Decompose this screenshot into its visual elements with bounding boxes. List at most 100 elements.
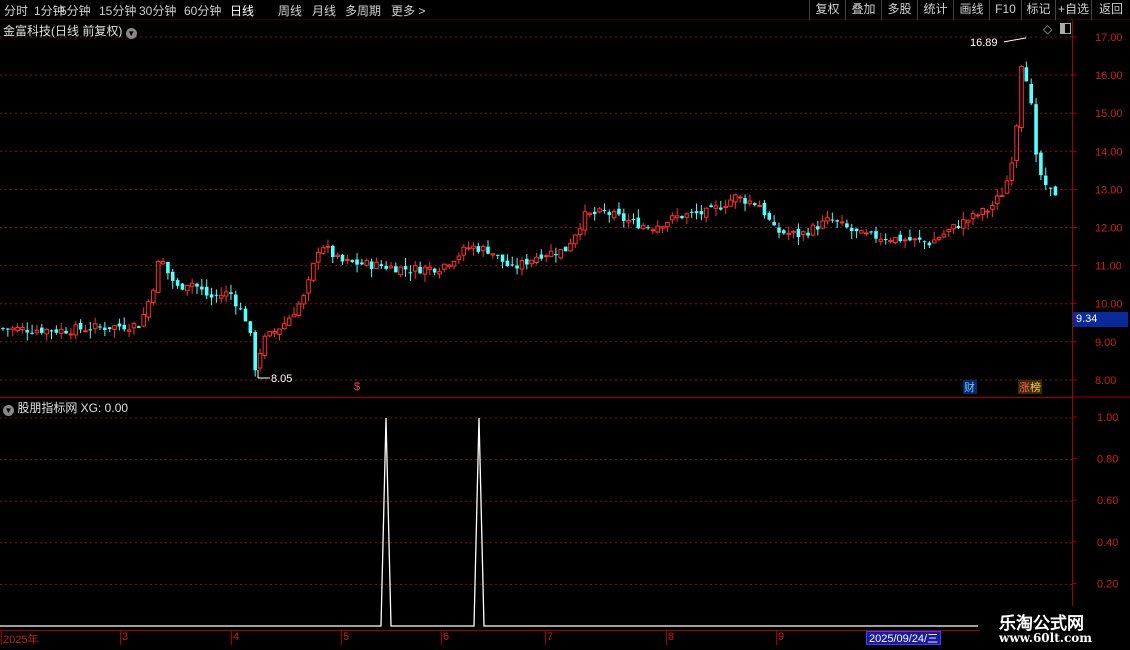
watermark-url: www.60lt.com: [999, 631, 1092, 645]
candle-down: [554, 253, 558, 256]
candle-down: [1048, 187, 1053, 189]
period-tab-8[interactable]: 月线: [312, 2, 336, 19]
candle-up: [10, 327, 15, 331]
candle-down: [486, 246, 490, 254]
candle-down: [88, 329, 93, 331]
toolbar-button-8[interactable]: 返回: [1091, 0, 1130, 20]
candle-down: [204, 286, 209, 296]
price-tick-label: 15.00: [1095, 108, 1123, 120]
toolbar-button-0[interactable]: 复权: [809, 0, 845, 20]
candle-down: [777, 227, 781, 233]
period-tab-10[interactable]: 更多 >: [391, 2, 425, 19]
finance-marker[interactable]: 财: [964, 380, 975, 394]
toolbar-button-2[interactable]: 多股: [881, 0, 917, 20]
candle-down: [25, 330, 30, 333]
indicator-tick-label: 1.00: [1097, 412, 1118, 424]
period-tab-0[interactable]: 分时: [4, 2, 28, 19]
period-tab-6[interactable]: 日线: [230, 2, 254, 19]
candle-down: [166, 261, 170, 274]
candle-up: [311, 262, 316, 281]
candle-down: [137, 326, 141, 328]
window-toggle-icon[interactable]: [1060, 23, 1071, 34]
candle-down: [602, 210, 607, 212]
candle-down: [539, 254, 544, 259]
candle-down: [898, 234, 903, 242]
candle-down: [195, 283, 199, 287]
candle-up: [446, 264, 452, 267]
candle-down: [209, 294, 214, 298]
price-tick-label: 16.00: [1095, 70, 1123, 82]
watermark: 乐淘公式网 www.60lt.com: [985, 606, 1130, 650]
candle-up: [786, 232, 792, 235]
candle-up: [44, 328, 49, 335]
candle-down: [476, 246, 481, 252]
date-label: 6: [443, 631, 450, 643]
period-tab-2[interactable]: 5分钟: [60, 2, 91, 19]
indicator-pane[interactable]: ▼ 股朋指标网 XG: 0.00: [0, 397, 1072, 630]
candle-down: [563, 246, 568, 252]
candle-down: [689, 211, 694, 213]
candle-down: [200, 286, 204, 290]
date-label: 8: [668, 631, 675, 643]
toolbar-button-7[interactable]: +自选: [1055, 0, 1091, 20]
candle-up: [1014, 125, 1019, 161]
candle-up: [519, 259, 525, 270]
candle-down: [369, 261, 374, 270]
limit-up-marker[interactable]: 涨: [1019, 381, 1030, 394]
candle-up: [282, 323, 287, 330]
candle-down: [495, 254, 500, 256]
toolbar-button-3[interactable]: 统计: [917, 0, 953, 20]
ranking-marker[interactable]: 榜: [1030, 380, 1041, 394]
candle-up: [374, 261, 379, 269]
chevron-down-icon[interactable]: ▼: [125, 28, 137, 39]
toolbar-button-4[interactable]: 画线: [953, 0, 989, 20]
indicator-chart[interactable]: [0, 398, 1072, 631]
candle-down: [869, 231, 873, 233]
candle-down: [709, 205, 713, 208]
candle-down: [525, 258, 529, 265]
candle-up: [442, 263, 447, 270]
candle-up: [223, 291, 229, 297]
candle-up: [985, 210, 990, 213]
candle-down: [607, 212, 612, 215]
date-tick: [341, 631, 342, 645]
candle-down: [355, 259, 359, 265]
candle-up: [534, 256, 539, 264]
price-tick-label: 12.00: [1095, 223, 1123, 235]
candle-down: [229, 292, 233, 294]
candle-down: [762, 202, 767, 216]
price-chart-pane[interactable]: 16.89 8.05 $ 财 涨榜 金富科技(日线 前复权) ▼ ◇: [0, 20, 1072, 397]
toolbar-button-5[interactable]: F10: [989, 0, 1021, 20]
toolbar-button-1[interactable]: 叠加: [845, 0, 881, 20]
candle-down: [1034, 104, 1038, 155]
period-tab-7[interactable]: 周线: [278, 2, 302, 19]
candle-down: [699, 211, 704, 215]
dividend-marker[interactable]: $: [354, 381, 360, 393]
candle-up: [568, 243, 573, 252]
candle-up: [141, 313, 146, 327]
period-tab-5[interactable]: 60分钟: [184, 2, 221, 19]
period-tab-3[interactable]: 15分钟: [99, 2, 136, 19]
period-tab-9[interactable]: 多周期: [345, 2, 381, 19]
candle-up: [490, 253, 496, 256]
period-toolbar: 分时 1分钟 5分钟 15分钟 30分钟 60分钟 日线 周线 月线 多周期 更多 > 复权 叠加 多股统…: [0, 0, 1130, 20]
candle-down: [238, 308, 243, 310]
chevron-down-icon[interactable]: ▼: [3, 405, 14, 416]
date-tick: [545, 631, 546, 645]
candle-up: [684, 213, 690, 218]
candle-up: [451, 260, 457, 267]
high-pointer: [1003, 37, 1027, 43]
candle-down: [835, 220, 839, 222]
candle-down: [617, 208, 621, 215]
candle-down: [248, 321, 253, 333]
candle-up: [723, 205, 728, 209]
toolbar-button-6[interactable]: 标记: [1021, 0, 1055, 20]
diamond-icon[interactable]: ◇: [1043, 22, 1052, 36]
candle-up: [345, 258, 350, 261]
candle-up: [655, 225, 661, 233]
candle-down: [908, 237, 912, 241]
candle-down: [636, 217, 641, 229]
candle-up: [980, 208, 986, 215]
candlestick-chart[interactable]: 16.89 8.05 $ 财 涨榜: [0, 20, 1072, 397]
period-tab-4[interactable]: 30分钟: [139, 2, 176, 19]
